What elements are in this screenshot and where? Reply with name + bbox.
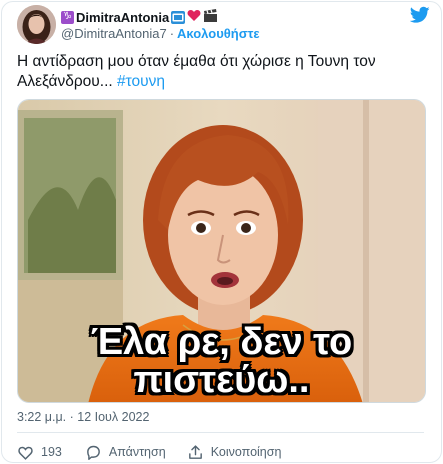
reply-icon [86,445,100,460]
reply-button[interactable]: Απάντηση [85,444,166,461]
user-handle[interactable]: @DimitraAntonia7 [61,26,167,41]
avatar[interactable] [17,5,56,44]
hashtag-link[interactable]: #τουνη [117,73,165,90]
share-label: Κοινοποίηση [210,445,282,459]
meme-caption-line2: πιστεύω.. [133,359,310,401]
like-button[interactable]: 193 [17,444,62,461]
follow-button[interactable]: Ακολουθήστε [177,26,260,41]
handle-row: @DimitraAntonia7 · Ακολουθήστε [61,25,260,41]
heart-emoji [187,9,201,25]
heart-icon [18,446,33,460]
clapper-emoji [203,8,218,26]
tweet-timestamp[interactable]: 3:22 μ.μ. · 12 Ιουλ 2022 [17,410,149,424]
divider [17,432,424,433]
tweet-image[interactable]: Έλα ρε, δεν το πιστεύω.. [17,99,426,403]
tv-emoji [171,10,186,24]
tweet-text: Η αντίδραση μου όταν έμαθα ότι χώρισε η … [17,52,422,92]
meme-caption-line1: Έλα ρε, δεν το [90,321,353,363]
share-icon [188,444,202,459]
tweet-actions: 193 Απάντηση Κοινοποίηση [17,443,302,461]
user-name-row[interactable]: ♑ DimitraAntonia [61,8,218,26]
like-count: 193 [41,445,62,459]
separator-dot: · [169,25,175,41]
share-button[interactable]: Κοινοποίηση [187,444,282,461]
reply-label: Απάντηση [108,445,166,459]
tweet-body: Η αντίδραση μου όταν έμαθα ότι χώρισε η … [17,53,376,90]
capricorn-emoji: ♑ [61,10,74,24]
display-name[interactable]: DimitraAntonia [76,10,169,25]
twitter-bird-icon[interactable] [410,6,430,24]
